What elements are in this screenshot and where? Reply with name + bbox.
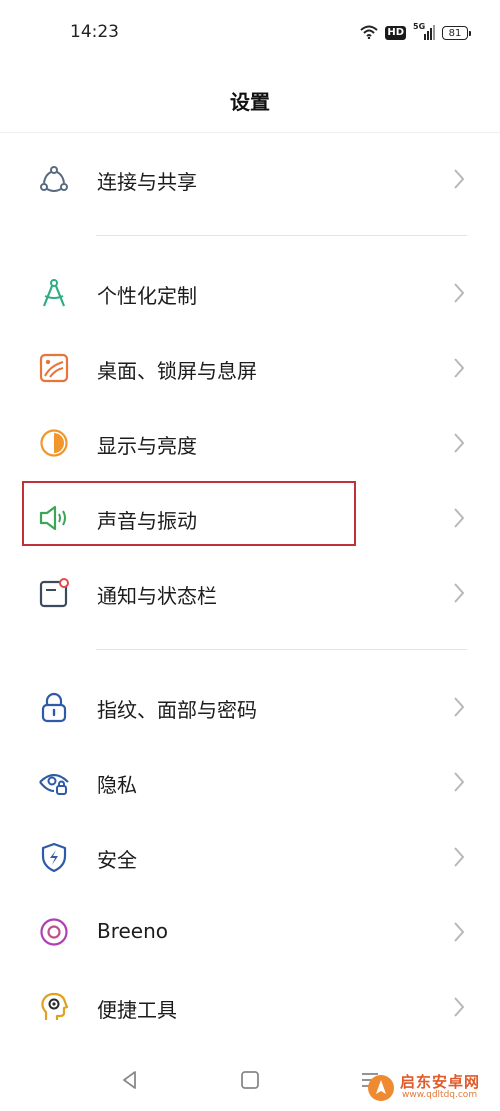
settings-item-breeno[interactable]: Breeno: [0, 897, 500, 967]
settings-item-label: 桌面、锁屏与息屏: [97, 359, 257, 383]
settings-item-label: 通知与状态栏: [97, 584, 217, 608]
breeno-icon: [38, 916, 70, 948]
page-title: 设置: [230, 90, 270, 114]
settings-item-label: 显示与亮度: [97, 434, 197, 458]
chevron-right-icon: [454, 922, 465, 942]
chevron-right-icon: [454, 583, 465, 603]
chevron-right-icon: [454, 433, 465, 453]
page-header: 设置: [0, 66, 500, 133]
watermark: 启东安卓网 www.qdltdq.com: [366, 1071, 494, 1105]
status-bar: 14:23 HD 5G 81: [0, 0, 500, 66]
tools-head-icon: [38, 991, 70, 1023]
settings-item-label: 指纹、面部与密码: [97, 698, 257, 722]
settings-item-label: 连接与共享: [97, 170, 197, 194]
settings-item-connection-sharing[interactable]: 连接与共享: [0, 144, 500, 214]
divider: [96, 235, 467, 236]
compass-icon: [38, 277, 70, 309]
privacy-eye-icon: [38, 766, 70, 798]
settings-item-security[interactable]: 安全: [0, 822, 500, 892]
status-time: 14:23: [70, 22, 119, 42]
lock-icon: [38, 691, 70, 723]
highlight-annotation: [22, 481, 356, 546]
settings-item-label: 安全: [97, 848, 137, 872]
shield-icon: [38, 841, 70, 873]
settings-item-label: Breeno: [97, 919, 169, 943]
chevron-right-icon: [454, 169, 465, 189]
brightness-icon: [38, 427, 70, 459]
watermark-title: 启东安卓网: [400, 1073, 481, 1091]
settings-item-privacy[interactable]: 隐私: [0, 747, 500, 817]
settings-item-label: 个性化定制: [97, 284, 197, 308]
watermark-logo-icon: [368, 1075, 394, 1101]
chevron-right-icon: [454, 772, 465, 792]
chevron-right-icon: [454, 358, 465, 378]
chevron-right-icon: [454, 283, 465, 303]
watermark-url: www.qdltdq.com: [402, 1090, 478, 1100]
divider: [96, 649, 467, 650]
home-icon[interactable]: [236, 1066, 264, 1094]
wifi-icon: [360, 24, 378, 43]
notification-icon: [38, 577, 70, 609]
signal-5g-icon: 5G: [413, 22, 435, 42]
wallpaper-icon: [38, 352, 70, 384]
settings-item-display-brightness[interactable]: 显示与亮度: [0, 408, 500, 478]
settings-item-personalization[interactable]: 个性化定制: [0, 258, 500, 328]
settings-item-convenient-tools[interactable]: 便捷工具: [0, 972, 500, 1042]
chevron-right-icon: [454, 997, 465, 1017]
settings-item-label: 隐私: [97, 773, 137, 797]
settings-item-label: 便捷工具: [97, 998, 177, 1022]
status-icons: HD 5G 81: [360, 22, 471, 43]
settings-item-notification-statusbar[interactable]: 通知与状态栏: [0, 558, 500, 628]
back-icon[interactable]: [116, 1066, 144, 1094]
chevron-right-icon: [454, 508, 465, 528]
battery-level: 81: [448, 27, 462, 39]
share-network-icon: [38, 163, 70, 195]
hd-icon: HD: [385, 26, 406, 40]
chevron-right-icon: [454, 697, 465, 717]
battery-icon: 81: [442, 26, 471, 40]
settings-item-desktop-lockscreen[interactable]: 桌面、锁屏与息屏: [0, 333, 500, 403]
chevron-right-icon: [454, 847, 465, 867]
settings-item-fingerprint-face-password[interactable]: 指纹、面部与密码: [0, 672, 500, 742]
